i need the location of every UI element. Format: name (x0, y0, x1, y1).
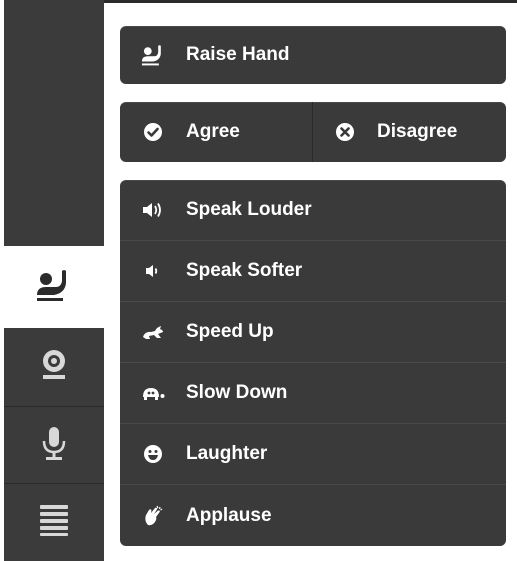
raise-hand-icon (120, 42, 186, 68)
tab-menu[interactable] (4, 484, 104, 561)
clapping-hands-icon (120, 505, 186, 527)
raise-hand-button[interactable]: Raise Hand (120, 26, 506, 84)
menu-list-icon (38, 503, 70, 542)
applause-label: Applause (186, 504, 272, 526)
speed-up-label: Speed Up (186, 321, 274, 342)
applause-button[interactable]: Applause (120, 485, 506, 546)
speak-softer-label: Speak Softer (186, 260, 303, 281)
speak-louder-label: Speak Louder (186, 199, 312, 220)
disagree-button[interactable]: Disagree (313, 102, 506, 162)
agree-button[interactable]: Agree (120, 102, 313, 162)
check-circle-icon (120, 122, 186, 142)
smiley-icon (120, 444, 186, 464)
turtle-icon (120, 385, 186, 401)
tab-microphone[interactable] (4, 407, 104, 484)
disagree-label: Disagree (377, 121, 458, 142)
slow-down-label: Slow Down (186, 382, 288, 403)
speaker-soft-icon (120, 261, 186, 281)
webcam-icon (36, 347, 72, 388)
top-divider (104, 0, 517, 3)
x-circle-icon (313, 122, 377, 142)
vote-panel: Agree Disagree (120, 102, 506, 162)
laughter-button[interactable]: Laughter (120, 424, 506, 485)
raise-hand-label: Raise Hand (186, 44, 290, 65)
sidebar-empty-area (4, 0, 104, 246)
laughter-label: Laughter (186, 443, 268, 464)
raise-hand-panel: Raise Hand (120, 26, 506, 84)
feedback-panel: Speak Louder Speak Softer Speed Up Slow … (120, 180, 506, 546)
microphone-icon (39, 425, 69, 466)
tab-raise-hand[interactable] (4, 246, 104, 328)
speak-louder-button[interactable]: Speak Louder (120, 180, 506, 241)
rabbit-icon (120, 323, 186, 341)
speed-up-button[interactable]: Speed Up (120, 302, 506, 363)
agree-label: Agree (186, 121, 240, 142)
raise-hand-icon (34, 265, 74, 310)
speaker-loud-icon (120, 200, 186, 220)
sidebar (4, 0, 104, 561)
slow-down-button[interactable]: Slow Down (120, 363, 506, 424)
tab-webcam[interactable] (4, 328, 104, 407)
speak-softer-button[interactable]: Speak Softer (120, 241, 506, 302)
